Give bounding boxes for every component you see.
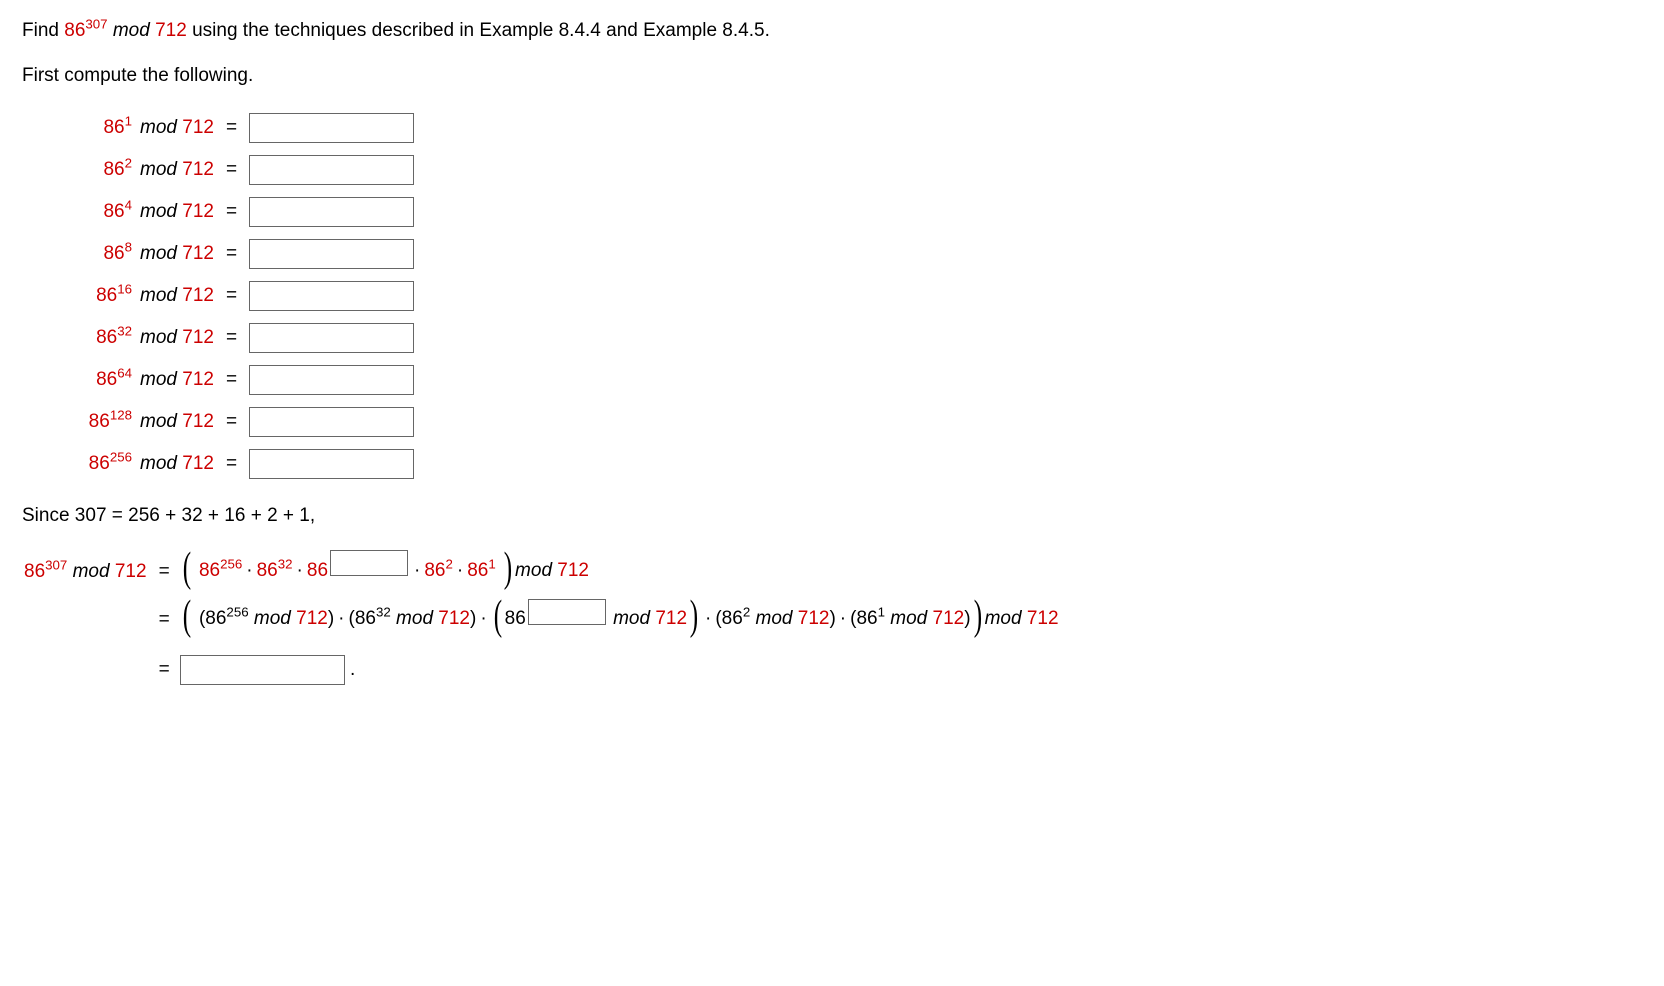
table-row: 8664 mod 712 =: [36, 359, 418, 401]
mod-expr: mod 712: [136, 401, 218, 443]
power-expr: 862: [36, 149, 136, 191]
power-expr: 8616: [36, 275, 136, 317]
equals: =: [151, 548, 178, 597]
mod-expr: mod 712: [136, 359, 218, 401]
equals: =: [218, 107, 245, 149]
table-row: 86256 mod 712 =: [36, 443, 418, 485]
exponent-input-line1[interactable]: [330, 550, 408, 576]
mod-expr: mod 712: [136, 233, 218, 275]
period: .: [350, 659, 355, 680]
answer-input-32[interactable]: [249, 323, 414, 353]
calc-lhs: 86307 mod 712: [22, 548, 151, 597]
calc-rhs-line1: ( 86256·8632·86·862·861 )mod 712: [178, 548, 1061, 597]
table-row: 864 mod 712 =: [36, 191, 418, 233]
equals: =: [218, 233, 245, 275]
answer-input-16[interactable]: [249, 281, 414, 311]
answer-cell: [245, 401, 418, 443]
table-row: 8632 mod 712 =: [36, 317, 418, 359]
answer-input-64[interactable]: [249, 365, 414, 395]
power-table: 861 mod 712 = 862 mod 712 = 864 mod 712 …: [36, 107, 418, 485]
mod-expr: mod 712: [136, 149, 218, 191]
calc-rhs-line2: ( (86256 mod 712)·(8632 mod 712)·(86 mod…: [178, 596, 1061, 645]
equals: =: [151, 645, 178, 695]
equals: =: [218, 149, 245, 191]
exponent: 307: [85, 17, 107, 32]
calc-row-3: = .: [22, 645, 1061, 695]
answer-cell: [245, 275, 418, 317]
answer-cell: [245, 107, 418, 149]
table-row: 868 mod 712 =: [36, 233, 418, 275]
answer-cell: [245, 233, 418, 275]
equals: =: [151, 596, 178, 645]
empty: [22, 596, 151, 645]
mod-word: mod: [113, 20, 150, 41]
final-answer-input[interactable]: [180, 655, 345, 685]
calc-row-1: 86307 mod 712 = ( 86256·8632·86·862·861 …: [22, 548, 1061, 597]
answer-input-4[interactable]: [249, 197, 414, 227]
equals: =: [218, 275, 245, 317]
power-expr: 8664: [36, 359, 136, 401]
modulus: 712: [150, 20, 187, 41]
answer-cell: [245, 317, 418, 359]
answer-cell: [245, 359, 418, 401]
text: using the techniques described in Exampl…: [187, 20, 770, 41]
equals: =: [218, 317, 245, 359]
answer-cell: [245, 191, 418, 233]
base: 86: [64, 20, 85, 41]
answer-cell: [245, 443, 418, 485]
since-decomposition: Since 307 = 256 + 32 + 16 + 2 + 1,: [22, 503, 1642, 530]
answer-input-128[interactable]: [249, 407, 414, 437]
answer-input-2[interactable]: [249, 155, 414, 185]
mod-expr: mod 712: [136, 191, 218, 233]
power-expr: 86128: [36, 401, 136, 443]
first-compute-label: First compute the following.: [22, 63, 1642, 90]
answer-input-1[interactable]: [249, 113, 414, 143]
table-row: 8616 mod 712 =: [36, 275, 418, 317]
mod-expr: mod 712: [136, 317, 218, 359]
equals: =: [218, 401, 245, 443]
text: Find: [22, 20, 64, 41]
table-row: 86128 mod 712 =: [36, 401, 418, 443]
calc-rhs-line3: .: [178, 645, 1061, 695]
problem-statement: Find 86307 mod 712 using the techniques …: [22, 18, 1642, 45]
answer-cell: [245, 149, 418, 191]
mod-expr: mod 712: [136, 275, 218, 317]
answer-input-256[interactable]: [249, 449, 414, 479]
power-expr: 864: [36, 191, 136, 233]
mod-expr: mod 712: [136, 443, 218, 485]
answer-input-8[interactable]: [249, 239, 414, 269]
exponent-input-line2[interactable]: [528, 599, 606, 625]
table-row: 861 mod 712 =: [36, 107, 418, 149]
empty: [22, 645, 151, 695]
power-expr: 86256: [36, 443, 136, 485]
equals: =: [218, 359, 245, 401]
mod-expr: mod 712: [136, 107, 218, 149]
power-expr: 868: [36, 233, 136, 275]
equals: =: [218, 191, 245, 233]
table-row: 862 mod 712 =: [36, 149, 418, 191]
calculation-block: 86307 mod 712 = ( 86256·8632·86·862·861 …: [22, 548, 1061, 695]
calc-row-2: = ( (86256 mod 712)·(8632 mod 712)·(86 m…: [22, 596, 1061, 645]
power-expr: 8632: [36, 317, 136, 359]
power-expr: 861: [36, 107, 136, 149]
equals: =: [218, 443, 245, 485]
